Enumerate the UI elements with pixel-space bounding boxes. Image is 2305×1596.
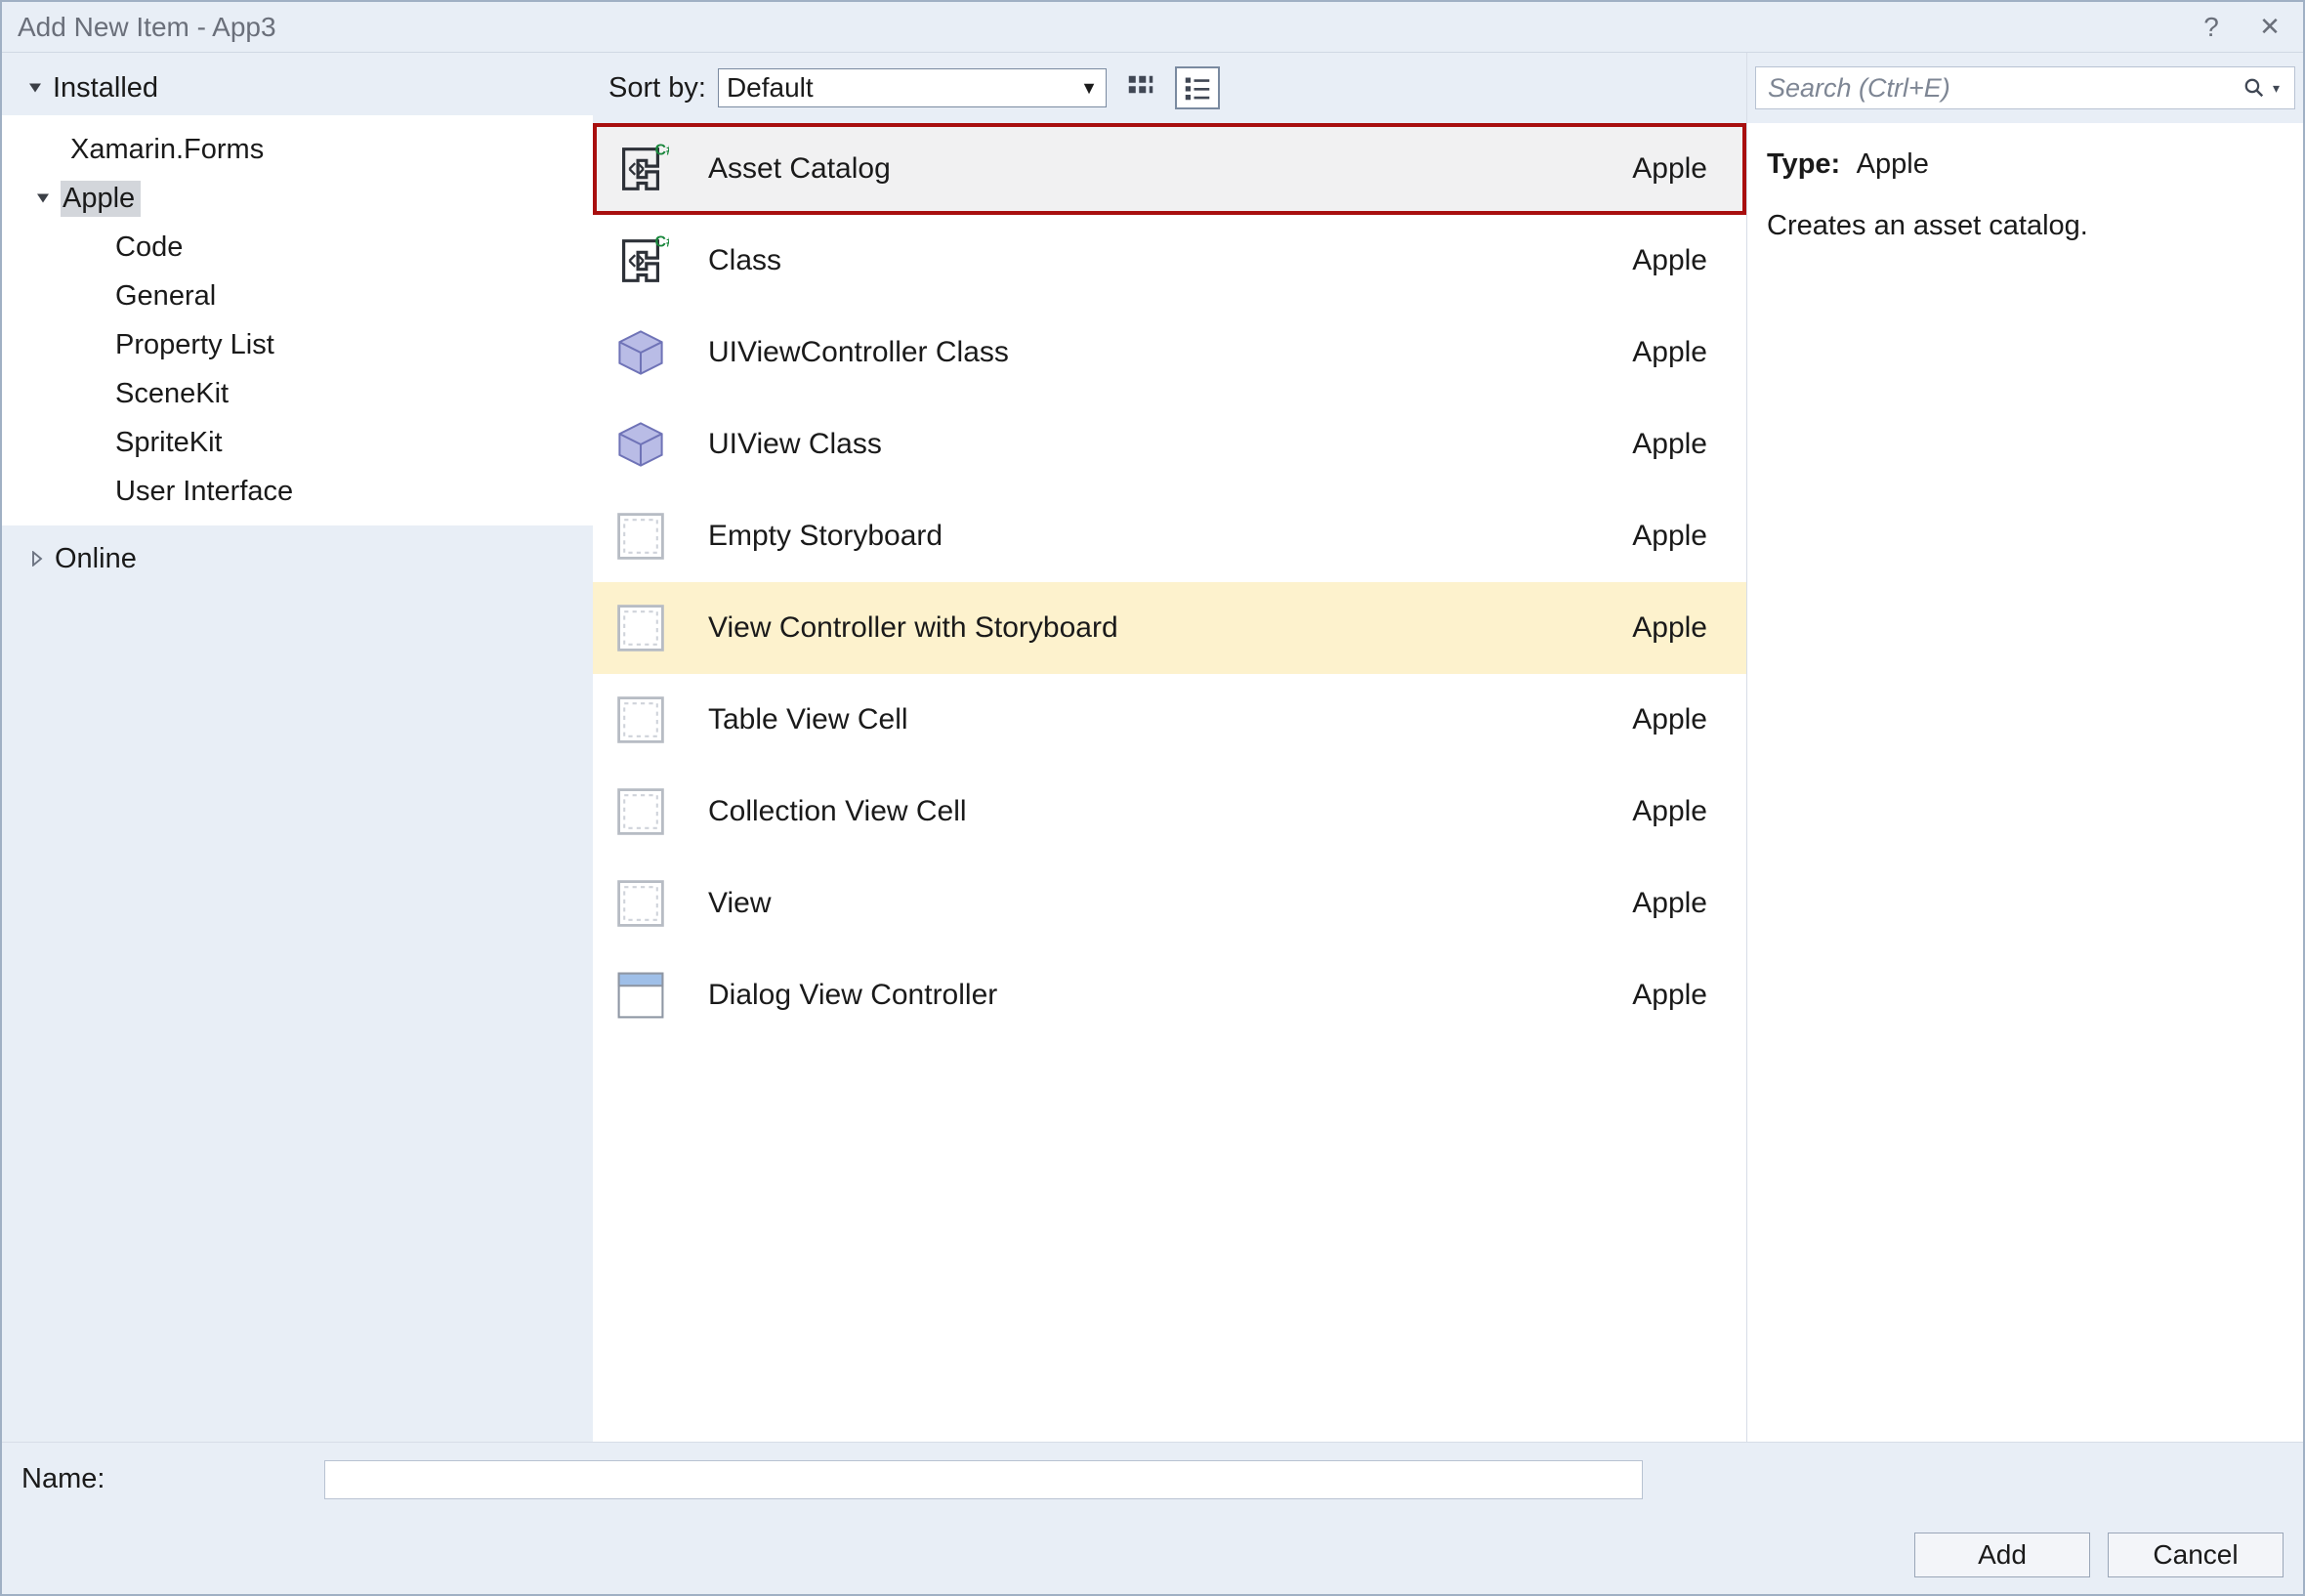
search-icon[interactable]: [2243, 77, 2269, 99]
template-name: Class: [708, 244, 1632, 277]
tree-item-spritekit[interactable]: SpriteKit: [2, 418, 593, 467]
template-name: Table View Cell: [708, 703, 1632, 736]
template-icon: [610, 506, 671, 567]
template-toolbar: Sort by: Default ▼: [593, 53, 1746, 123]
view-medium-icons-button[interactable]: [1118, 66, 1163, 109]
template-name: UIView Class: [708, 428, 1632, 461]
template-category: Apple: [1632, 611, 1707, 645]
template-row[interactable]: Dialog View ControllerApple: [593, 949, 1746, 1041]
template-category: Apple: [1632, 795, 1707, 828]
template-row[interactable]: C# ClassApple: [593, 215, 1746, 307]
template-panel: Sort by: Default ▼: [593, 53, 1746, 1442]
detail-description: Creates an asset catalog.: [1767, 204, 2284, 248]
template-icon: [610, 598, 671, 658]
template-icon: [610, 781, 671, 842]
chevron-down-icon: [25, 78, 45, 98]
view-small-icons-button[interactable]: [1175, 66, 1220, 109]
help-icon: ?: [2203, 12, 2219, 43]
template-category: Apple: [1632, 979, 1707, 1012]
template-category: Apple: [1632, 336, 1707, 369]
add-button[interactable]: Add: [1914, 1533, 2090, 1577]
titlebar: Add New Item - App3 ? ✕: [2, 2, 2303, 53]
template-row[interactable]: Empty StoryboardApple: [593, 490, 1746, 582]
cancel-button[interactable]: Cancel: [2108, 1533, 2284, 1577]
tree-item-apple[interactable]: Apple: [2, 174, 593, 223]
template-row[interactable]: ViewApple: [593, 858, 1746, 949]
sort-by-value: Default: [727, 72, 814, 104]
tree-root-online[interactable]: Online: [2, 535, 593, 582]
name-bar: Name:: [2, 1442, 2303, 1516]
template-list[interactable]: C#Asset CatalogAppleC#ClassAppleUIViewCo…: [593, 123, 1746, 1442]
svg-text:C#: C#: [655, 233, 670, 250]
template-category: Apple: [1632, 703, 1707, 736]
close-button[interactable]: ✕: [2241, 2, 2299, 53]
template-name: Dialog View Controller: [708, 979, 1632, 1012]
name-label: Name:: [21, 1463, 324, 1495]
sort-by-select[interactable]: Default ▼: [718, 68, 1107, 107]
chevron-down-icon: ▼: [1080, 78, 1098, 99]
button-bar: Add Cancel: [2, 1516, 2303, 1594]
search-box[interactable]: ▾: [1755, 66, 2295, 109]
detail-panel: ▾ Type: Apple Creates an asset catalog.: [1746, 53, 2303, 1442]
template-icon: [610, 322, 671, 383]
grid-icon: [1127, 74, 1154, 102]
template-icon: [610, 965, 671, 1026]
detail-type-label: Type:: [1767, 148, 1840, 180]
search-input[interactable]: [1766, 72, 2243, 105]
template-row[interactable]: UIViewController ClassApple: [593, 307, 1746, 399]
close-icon: ✕: [2259, 12, 2281, 42]
template-icon: [610, 873, 671, 934]
template-row[interactable]: UIView ClassApple: [593, 399, 1746, 490]
tree-item-user-interface[interactable]: User Interface: [2, 467, 593, 516]
template-name: Asset Catalog: [708, 152, 1632, 186]
template-category: Apple: [1632, 428, 1707, 461]
template-category: Apple: [1632, 887, 1707, 920]
category-tree: Installed Xamarin.Forms Apple Code Gener…: [2, 53, 593, 1442]
template-icon: [610, 690, 671, 750]
help-button[interactable]: ?: [2182, 2, 2241, 53]
window-title: Add New Item - App3: [18, 12, 2182, 43]
detail-type-value: Apple: [1857, 148, 1929, 180]
chevron-right-icon: [27, 549, 47, 568]
tree-item-code[interactable]: Code: [2, 223, 593, 272]
template-row[interactable]: Collection View CellApple: [593, 766, 1746, 858]
template-name: Empty Storyboard: [708, 520, 1632, 553]
template-icon: [610, 414, 671, 475]
dialog-body: Installed Xamarin.Forms Apple Code Gener…: [2, 53, 2303, 1442]
template-category: Apple: [1632, 244, 1707, 277]
tree-root-online-label: Online: [55, 543, 137, 575]
template-name: Collection View Cell: [708, 795, 1632, 828]
sort-by-label: Sort by:: [608, 72, 706, 105]
template-detail: Type: Apple Creates an asset catalog.: [1747, 123, 2303, 268]
template-row[interactable]: C# Asset CatalogApple: [593, 123, 1746, 215]
list-icon: [1184, 74, 1211, 102]
template-row[interactable]: Table View CellApple: [593, 674, 1746, 766]
template-name: View Controller with Storyboard: [708, 611, 1632, 645]
template-name: View: [708, 887, 1632, 920]
search-wrap: ▾: [1747, 53, 2303, 123]
tree-item-general[interactable]: General: [2, 272, 593, 320]
tree-item-property-list[interactable]: Property List: [2, 320, 593, 369]
template-category: Apple: [1632, 152, 1707, 186]
template-icon: C#: [610, 139, 671, 199]
chevron-down-icon: [33, 189, 53, 208]
search-dropdown-icon[interactable]: ▾: [2273, 80, 2288, 97]
template-name: UIViewController Class: [708, 336, 1632, 369]
name-input[interactable]: [324, 1460, 1643, 1499]
installed-subtree: Xamarin.Forms Apple Code General Propert…: [2, 115, 593, 525]
tree-item-xamarin-forms[interactable]: Xamarin.Forms: [2, 125, 593, 174]
dialog-window: Add New Item - App3 ? ✕ Installed Xamari…: [0, 0, 2305, 1596]
svg-text:C#: C#: [655, 142, 670, 158]
tree-root-installed[interactable]: Installed: [2, 64, 593, 111]
template-category: Apple: [1632, 520, 1707, 553]
tree-item-scenekit[interactable]: SceneKit: [2, 369, 593, 418]
tree-root-installed-label: Installed: [53, 72, 158, 105]
template-row[interactable]: View Controller with StoryboardApple: [593, 582, 1746, 674]
template-icon: C#: [610, 231, 671, 291]
